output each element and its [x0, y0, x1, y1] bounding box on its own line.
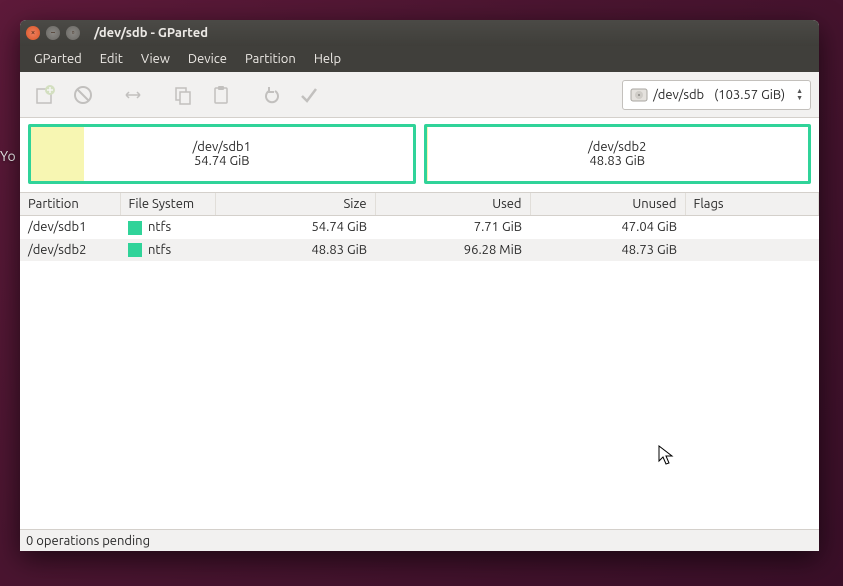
fs-swatch-icon	[128, 243, 142, 257]
copy-icon	[172, 84, 194, 106]
paste-icon	[210, 84, 232, 106]
new-icon	[34, 84, 56, 106]
col-partition[interactable]: Partition	[20, 193, 120, 216]
partition-size: 48.83 GiB	[589, 154, 645, 168]
table-header-row: Partition File System Size Used Unused F…	[20, 193, 819, 216]
apply-icon	[298, 84, 320, 106]
cell-filesystem: ntfs	[120, 239, 215, 262]
device-size: (103.57 GiB)	[714, 88, 785, 102]
spin-down-icon[interactable]: ▼	[793, 95, 806, 102]
menu-gparted[interactable]: GParted	[26, 49, 90, 69]
col-filesystem[interactable]: File System	[120, 193, 215, 216]
device-selector[interactable]: /dev/sdb (103.57 GiB) ▲ ▼	[622, 80, 811, 110]
menu-device[interactable]: Device	[180, 49, 235, 69]
fs-swatch-icon	[128, 221, 142, 235]
partition-size: 54.74 GiB	[194, 154, 250, 168]
col-used[interactable]: Used	[375, 193, 530, 216]
undo-icon	[260, 84, 282, 106]
gparted-window: × – ▫ /dev/sdb - GParted GParted Edit Vi…	[20, 20, 819, 551]
menu-edit[interactable]: Edit	[92, 49, 131, 69]
paste-button[interactable]	[204, 78, 238, 112]
partition-name: /dev/sdb2	[588, 140, 646, 154]
table-row[interactable]: /dev/sdb2 ntfs 48.83 GiB 96.28 MiB 48.73…	[20, 239, 819, 262]
menu-help[interactable]: Help	[306, 49, 349, 69]
minimize-button[interactable]: –	[46, 26, 60, 40]
partition-label: /dev/sdb1 54.74 GiB	[31, 127, 413, 181]
drive-icon	[629, 85, 649, 105]
partition-label: /dev/sdb2 48.83 GiB	[427, 127, 809, 181]
cell-size: 48.83 GiB	[215, 239, 375, 262]
col-size[interactable]: Size	[215, 193, 375, 216]
desktop-text-fragment: Yo	[0, 148, 16, 164]
window-title: /dev/sdb - GParted	[94, 26, 208, 40]
menu-view[interactable]: View	[133, 49, 178, 69]
cell-partition: /dev/sdb1	[20, 216, 120, 239]
copy-button[interactable]	[166, 78, 200, 112]
new-partition-button[interactable]	[28, 78, 62, 112]
partition-name: /dev/sdb1	[193, 140, 251, 154]
titlebar: × – ▫ /dev/sdb - GParted	[20, 20, 819, 46]
resize-icon	[122, 84, 144, 106]
cell-flags	[685, 239, 819, 262]
delete-partition-button[interactable]	[66, 78, 100, 112]
cell-flags	[685, 216, 819, 239]
partition-table: Partition File System Size Used Unused F…	[20, 192, 819, 529]
resize-move-button[interactable]	[116, 78, 150, 112]
device-name: /dev/sdb	[653, 88, 704, 102]
cell-unused: 48.73 GiB	[530, 239, 685, 262]
cell-size: 54.74 GiB	[215, 216, 375, 239]
menu-partition[interactable]: Partition	[237, 49, 304, 69]
partition-box-sdb2[interactable]: /dev/sdb2 48.83 GiB	[424, 124, 812, 184]
partition-box-sdb1[interactable]: /dev/sdb1 54.74 GiB	[28, 124, 416, 184]
maximize-button[interactable]: ▫	[66, 26, 80, 40]
apply-button[interactable]	[292, 78, 326, 112]
table-row[interactable]: /dev/sdb1 ntfs 54.74 GiB 7.71 GiB 47.04 …	[20, 216, 819, 239]
menubar: GParted Edit View Device Partition Help	[20, 46, 819, 72]
cell-used: 96.28 MiB	[375, 239, 530, 262]
device-spin[interactable]: ▲ ▼	[793, 88, 806, 102]
status-text: 0 operations pending	[26, 534, 150, 548]
cell-partition: /dev/sdb2	[20, 239, 120, 262]
undo-button[interactable]	[254, 78, 288, 112]
partition-visual: /dev/sdb1 54.74 GiB /dev/sdb2 48.83 GiB	[20, 118, 819, 192]
statusbar: 0 operations pending	[20, 529, 819, 551]
col-flags[interactable]: Flags	[685, 193, 819, 216]
close-button[interactable]: ×	[26, 26, 40, 40]
toolbar: /dev/sdb (103.57 GiB) ▲ ▼	[20, 72, 819, 118]
cell-unused: 47.04 GiB	[530, 216, 685, 239]
delete-icon	[72, 84, 94, 106]
cell-used: 7.71 GiB	[375, 216, 530, 239]
cell-filesystem: ntfs	[120, 216, 215, 239]
col-unused[interactable]: Unused	[530, 193, 685, 216]
window-controls: × – ▫	[26, 26, 80, 40]
